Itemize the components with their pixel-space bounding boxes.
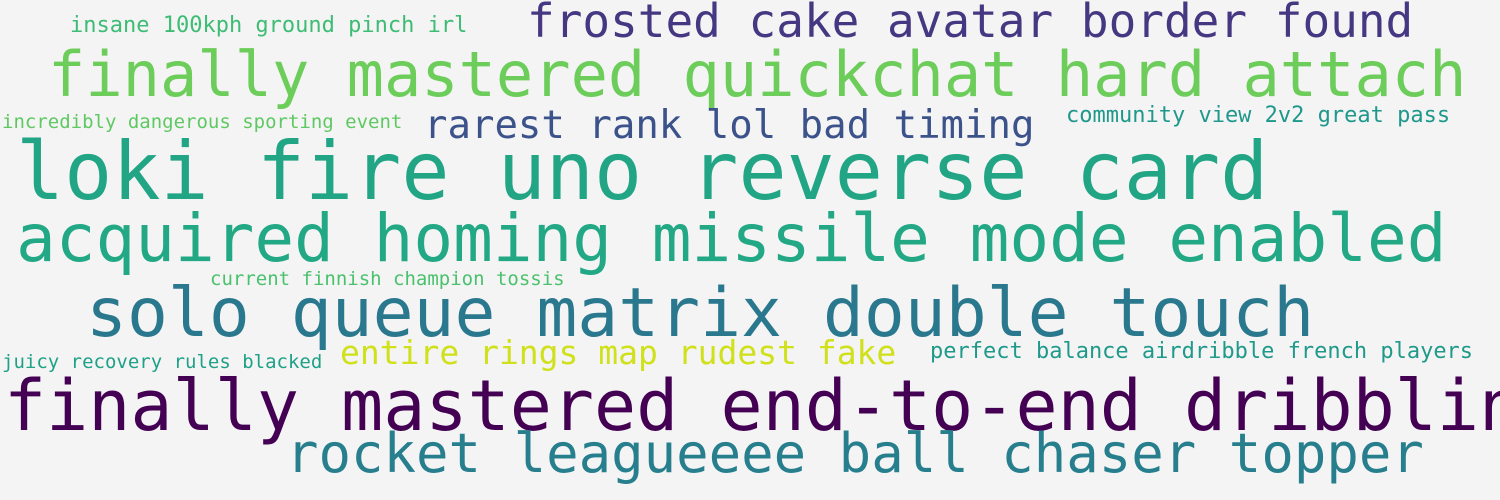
phrase-homing-missile: acquired homing missile mode enabled [16,200,1447,277]
phrase-community-view: community view 2v2 great pass [1066,103,1451,128]
phrase-perfect-balance: perfect balance airdribble french player… [930,339,1474,364]
phrase-quickchat-hard-attach: finally mastered quickchat hard attach [48,38,1467,111]
phrase-insane-ground-pinch: insane 100kph ground pinch irl [70,13,468,38]
word-cloud: insane 100kph ground pinch irl frosted c… [0,0,1500,500]
phrase-ball-chaser-topper: rocket leagueeee ball chaser topper [286,422,1424,485]
